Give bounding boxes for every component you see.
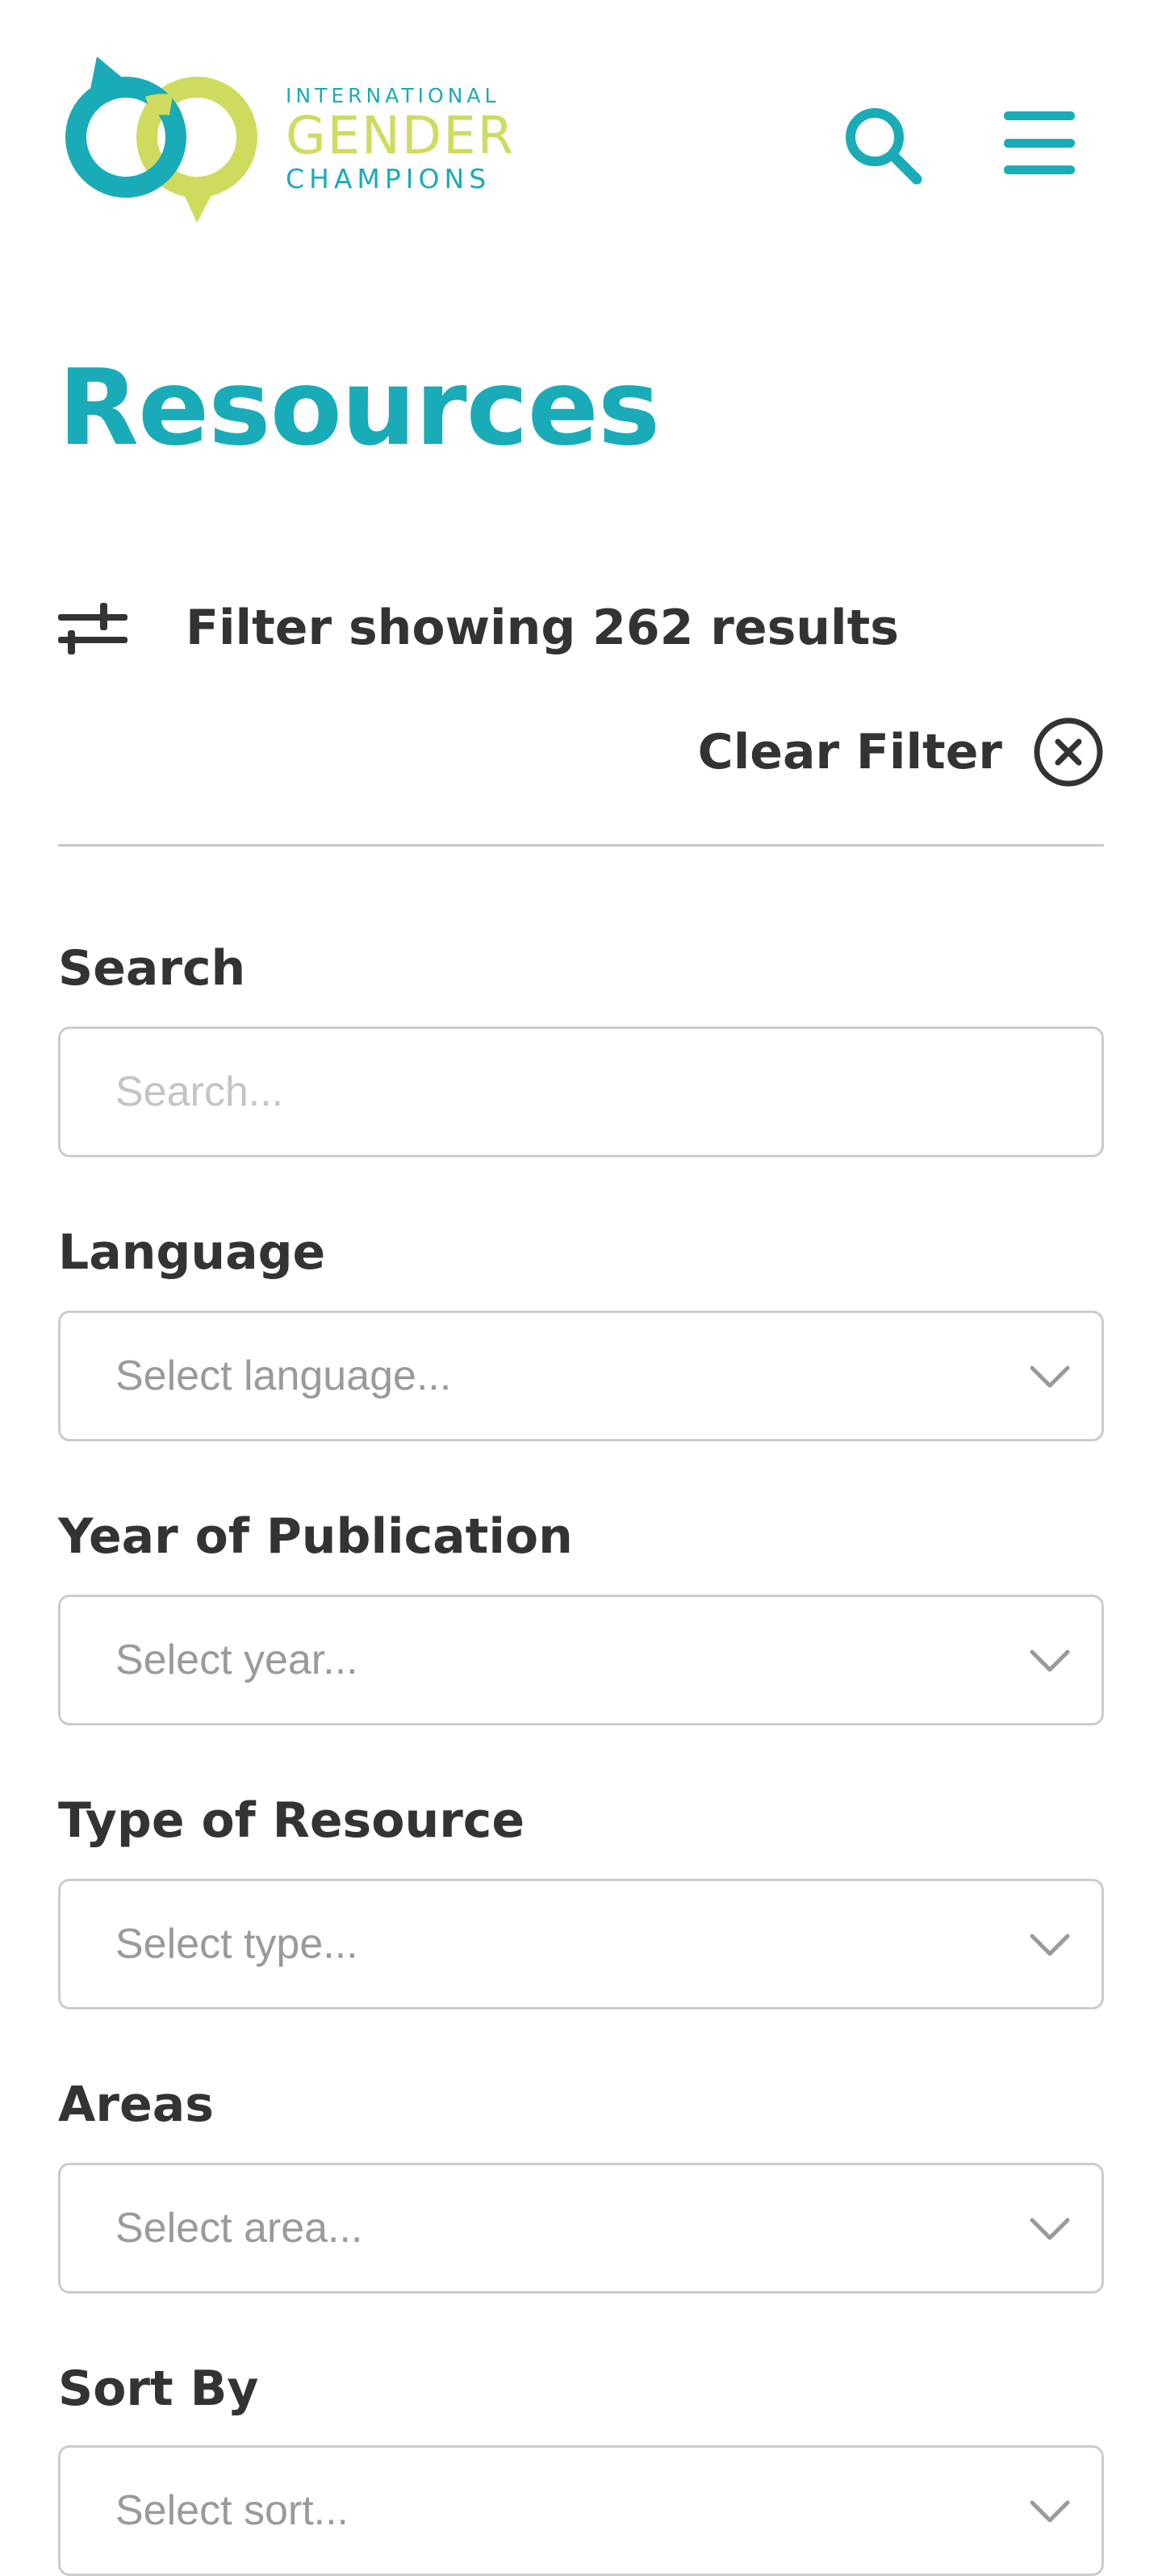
year-label: Year of Publication [58,1508,573,1565]
areas-label: Areas [58,2076,214,2133]
type-select-value: Select type... [115,1921,358,1968]
chevron-down-icon [1030,1934,1070,1956]
language-select-value: Select language... [115,1353,452,1399]
chevron-down-icon [1030,1365,1070,1388]
close-circle-icon [1034,717,1103,787]
search-label: Search [58,940,246,997]
filter-results-count: Filter showing 262 results [186,600,899,656]
year-select[interactable]: Select year... [58,1595,1104,1725]
site-header: INTERNATIONAL GENDER CHAMPIONS [58,0,1104,234]
page-title: Resources [58,346,660,469]
search-icon [846,108,922,185]
chevron-down-icon [1030,1650,1070,1672]
clear-filter-label: Clear Filter [697,724,1002,780]
type-select[interactable]: Select type... [58,1879,1104,2009]
chevron-down-icon [1030,2500,1070,2523]
language-label: Language [58,1224,326,1281]
sliders-icon[interactable] [58,600,127,656]
chevron-down-icon [1030,2218,1070,2240]
sort-select-value: Select sort... [115,2487,349,2534]
logo-line-international: INTERNATIONAL [286,84,500,107]
hamburger-menu-icon [1004,111,1075,174]
sort-label: Sort By [58,2361,259,2417]
logo-wordmark: INTERNATIONAL GENDER CHAMPIONS [286,86,515,192]
filter-divider [58,844,1104,847]
logo-line-champions: CHAMPIONS [286,163,491,194]
areas-select[interactable]: Select area... [58,2163,1104,2294]
type-label: Type of Resource [58,1792,525,1849]
search-field [58,1027,1104,1157]
logo-line-gender: GENDER [286,107,516,166]
language-select[interactable]: Select language... [58,1311,1104,1441]
search-input[interactable] [61,1029,1101,1155]
page: INTERNATIONAL GENDER CHAMPIONS Resources [58,0,1104,2576]
filter-summary: Filter showing 262 results [58,596,1104,660]
areas-select-value: Select area... [115,2205,363,2252]
menu-button[interactable] [999,107,1080,179]
search-button[interactable] [841,103,925,187]
site-logo[interactable]: INTERNATIONAL GENDER CHAMPIONS [58,56,513,226]
year-select-value: Select year... [115,1637,358,1683]
clear-filter-button[interactable]: Clear Filter [698,713,1104,791]
logo-mark-icon [65,56,257,223]
sort-select[interactable]: Select sort... [58,2445,1104,2576]
